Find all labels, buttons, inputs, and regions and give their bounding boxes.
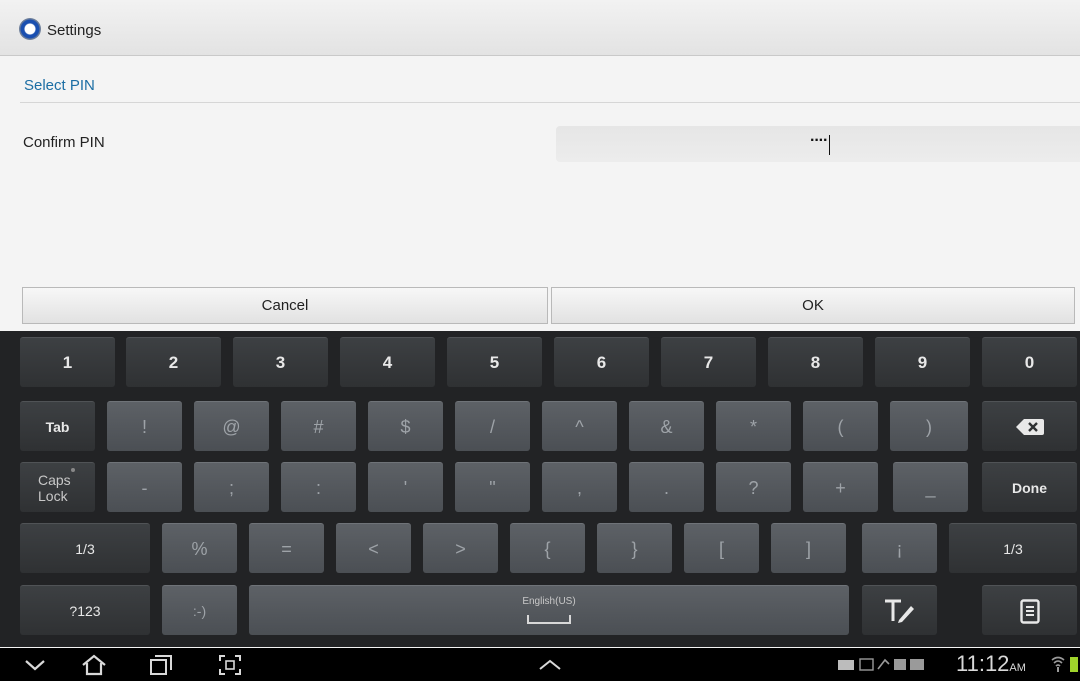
key-right-bracket[interactable]: ] [771,523,846,573]
key-right-brace[interactable]: } [597,523,672,573]
pin-value: ···· [810,132,828,149]
key-apostrophe[interactable]: ' [368,462,443,512]
action-bar: Settings [0,0,1080,56]
key-asterisk[interactable]: * [716,401,791,451]
caps-lock-key[interactable]: Caps Lock [20,462,95,512]
key-percent[interactable]: % [162,523,237,573]
key-left-paren[interactable]: ( [803,401,878,451]
page-key-right[interactable]: 1/3 [949,523,1077,573]
key-5[interactable]: 5 [447,337,542,387]
cancel-button[interactable]: Cancel [22,287,548,324]
on-screen-keyboard: 1 2 3 4 5 6 7 8 9 0 Tab ! @ # $ / ^ & * … [0,331,1080,647]
key-caret[interactable]: ^ [542,401,617,451]
page-key-left[interactable]: 1/3 [20,523,150,573]
space-key[interactable]: English(US) [249,585,849,635]
status-clock: 11:12AM [956,651,1026,677]
app-title: Settings [47,22,102,39]
key-underscore[interactable]: _ [893,462,968,512]
recent-apps-icon[interactable] [149,654,173,676]
system-bar: 11:12AM [0,648,1080,681]
key-8[interactable]: 8 [768,337,863,387]
key-right-paren[interactable]: ) [890,401,968,451]
key-left-bracket[interactable]: [ [684,523,759,573]
key-question[interactable]: ? [716,462,791,512]
key-period[interactable]: . [629,462,704,512]
key-4[interactable]: 4 [340,337,435,387]
key-6[interactable]: 6 [554,337,649,387]
clipboard-key[interactable] [982,585,1077,635]
backspace-key[interactable] [982,401,1077,451]
confirm-pin-label: Confirm PIN [23,134,105,151]
key-exclamation[interactable]: ! [107,401,182,451]
backspace-icon [1015,418,1044,435]
key-greater-than[interactable]: > [423,523,498,573]
key-ampersand[interactable]: & [629,401,704,451]
emoticon-key[interactable]: :-) [162,585,237,635]
battery-icon [1070,657,1078,672]
text-cursor [829,135,830,155]
keyboard-language-label: English(US) [522,596,576,607]
key-equals[interactable]: = [249,523,324,573]
screenshot-icon[interactable] [218,654,242,676]
key-3[interactable]: 3 [233,337,328,387]
key-colon[interactable]: : [281,462,356,512]
key-comma[interactable]: , [542,462,617,512]
key-7[interactable]: 7 [661,337,756,387]
clock-ampm: AM [1009,662,1026,674]
settings-gear-icon[interactable] [19,18,41,40]
caps-indicator-icon [71,468,75,472]
text-tool-key[interactable] [862,585,937,635]
key-1[interactable]: 1 [20,337,115,387]
key-0[interactable]: 0 [982,337,1077,387]
caps-lock-label: Caps Lock [38,472,71,504]
dialog-title: Select PIN [24,77,95,94]
done-key[interactable]: Done [982,462,1077,512]
key-9[interactable]: 9 [875,337,970,387]
divider [20,102,1080,103]
notification-icons [838,658,924,671]
space-icon [527,615,571,624]
key-hash[interactable]: # [281,401,356,451]
clock-time: 11:12 [956,651,1010,676]
key-less-than[interactable]: < [336,523,411,573]
symbols-key[interactable]: ?123 [20,585,150,635]
hide-keyboard-icon[interactable] [24,659,46,671]
wifi-icon [1051,656,1065,672]
key-dollar[interactable]: $ [368,401,443,451]
ok-button[interactable]: OK [551,287,1075,324]
key-inverted-exclamation[interactable]: ¡ [862,523,937,573]
chevron-up-icon[interactable] [538,659,562,671]
handwriting-icon [884,599,914,623]
key-left-brace[interactable]: { [510,523,585,573]
key-2[interactable]: 2 [126,337,221,387]
key-tab[interactable]: Tab [20,401,95,451]
key-minus[interactable]: - [107,462,182,512]
key-quote[interactable]: " [455,462,530,512]
key-slash[interactable]: / [455,401,530,451]
clipboard-icon [1019,599,1040,624]
pin-input[interactable]: ···· [556,126,1080,162]
key-at[interactable]: @ [194,401,269,451]
key-plus[interactable]: + [803,462,878,512]
home-icon[interactable] [81,654,107,676]
key-semicolon[interactable]: ; [194,462,269,512]
